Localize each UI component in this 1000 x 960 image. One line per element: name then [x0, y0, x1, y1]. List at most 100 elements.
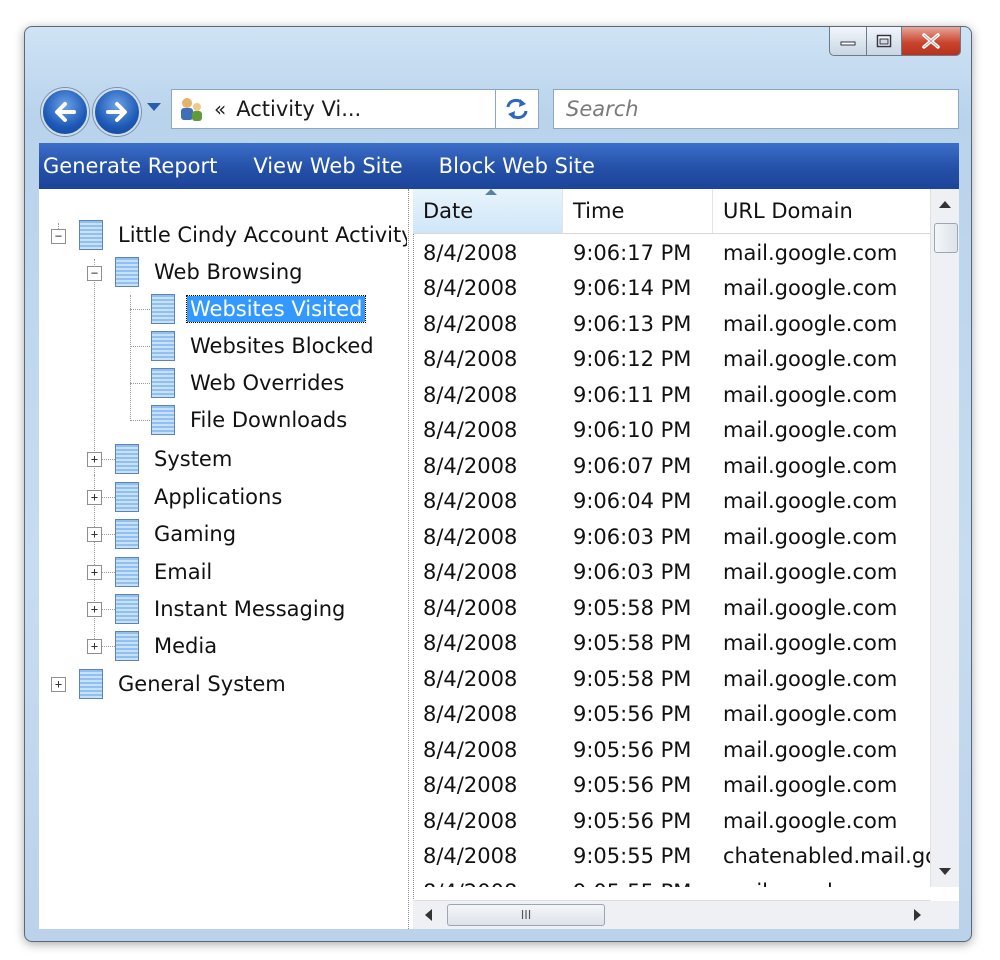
tree-item-file-downloads[interactable]: File Downloads [151, 403, 350, 437]
tree-label: Gaming [154, 522, 237, 546]
url-domain-cell: mail.google.com [723, 311, 898, 336]
address-bar[interactable]: « Activity Vi... [171, 89, 539, 129]
table-row[interactable]: 8/4/2008 9:06:10 PM mail.google.com [413, 413, 931, 449]
system-expand-toggle[interactable]: + [87, 452, 102, 467]
table-row[interactable]: 8/4/20089:05:55 PMmail.google.com [413, 874, 931, 887]
table-row[interactable]: 8/4/2008 9:06:11 PM mail.google.com [413, 377, 931, 413]
block-web-site-button[interactable]: Block Web Site [439, 154, 595, 178]
tree-item-web-overrides[interactable]: Web Overrides [151, 366, 347, 400]
tree-item-media[interactable]: Media [115, 629, 220, 663]
tree-item-applications[interactable]: Applications [115, 480, 285, 514]
tree-item-websites-visited[interactable]: Websites Visited [151, 292, 367, 326]
node-icon [115, 594, 139, 624]
scroll-down-icon[interactable] [939, 868, 951, 875]
generate-report-button[interactable]: Generate Report [43, 154, 217, 178]
time-cell: 9:06:07 PM [573, 453, 692, 478]
url-domain-cell: mail.google.com [723, 524, 898, 549]
tree-item-general-system[interactable]: General System [79, 667, 289, 701]
column-header-label: URL Domain [723, 199, 853, 223]
time-cell: 9:06:10 PM [573, 418, 692, 443]
tree-item-websites-blocked[interactable]: Websites Blocked [151, 329, 377, 363]
table-row[interactable]: 8/4/2008 9:06:04 PM mail.google.com [413, 484, 931, 520]
time-cell: 9:06:03 PM [573, 524, 692, 549]
view-web-site-button[interactable]: View Web Site [253, 154, 402, 178]
url-domain-cell: mail.google.com [723, 453, 898, 478]
url-domain-cell: mail.google.com [723, 702, 898, 727]
time-cell: 9:06:04 PM [573, 489, 692, 514]
tree-item-email[interactable]: Email [115, 555, 215, 589]
table-row[interactable]: 8/4/2008 9:06:14 PM mail.google.com [413, 271, 931, 307]
table-row[interactable]: 8/4/2008 9:05:58 PM mail.google.com [413, 590, 931, 626]
date-cell: 8/4/2008 [423, 595, 518, 620]
date-cell: 8/4/2008 [423, 737, 518, 762]
horizontal-scroll-thumb[interactable]: III [447, 904, 605, 926]
date-cell: 8/4/2008 [423, 311, 518, 336]
table-row[interactable]: 8/4/2008 9:06:03 PM mail.google.com [413, 519, 931, 555]
refresh-icon [506, 98, 528, 120]
date-cell: 8/4/2008 [423, 382, 518, 407]
table-row[interactable]: 8/4/2008 9:05:55 PM chatenabled.mail.googl… [413, 839, 931, 875]
search-box[interactable] [553, 89, 959, 129]
vertical-scrollbar[interactable] [930, 189, 959, 887]
minimize-button[interactable] [829, 27, 867, 56]
node-icon [115, 444, 139, 474]
forward-button[interactable] [93, 88, 141, 136]
navigation-bar: « Activity Vi... [39, 85, 959, 136]
vertical-scroll-thumb[interactable] [934, 223, 958, 253]
column-header-url-domain[interactable]: URL Domain [713, 189, 931, 233]
tree-label: Web Overrides [190, 371, 345, 395]
tree-label-selected: Websites Visited [185, 295, 367, 323]
time-cell: 9:05:55 PM [563, 880, 713, 887]
column-header-date[interactable]: Date [413, 189, 563, 233]
scroll-left-icon[interactable] [425, 909, 432, 921]
horizontal-scrollbar[interactable]: III [413, 900, 931, 929]
column-header-time[interactable]: Time [563, 189, 713, 233]
table-row[interactable]: 8/4/2008 9:05:58 PM mail.google.com [413, 661, 931, 697]
tree-label: Applications [154, 485, 283, 509]
close-button[interactable] [902, 27, 961, 56]
general-system-expand-toggle[interactable]: + [51, 677, 66, 692]
date-cell: 8/4/2008 [423, 276, 518, 301]
media-expand-toggle[interactable]: + [87, 639, 102, 654]
date-cell: 8/4/2008 [423, 453, 518, 478]
tree-item-root[interactable]: Little Cindy Account Activity [79, 218, 407, 252]
table-row[interactable]: 8/4/2008 9:05:58 PM mail.google.com [413, 626, 931, 662]
back-button[interactable] [41, 88, 89, 136]
instant-messaging-expand-toggle[interactable]: + [87, 602, 102, 617]
maximize-button[interactable] [867, 27, 902, 56]
address-chevron[interactable]: « [214, 97, 226, 121]
url-domain-cell: mail.google.com [713, 880, 931, 887]
root-collapse-toggle[interactable]: − [51, 229, 66, 244]
applications-expand-toggle[interactable]: + [87, 490, 102, 505]
node-icon [151, 405, 175, 435]
table-row[interactable]: 8/4/2008 9:05:56 PM mail.google.com [413, 768, 931, 804]
tree-label: System [154, 447, 233, 471]
table-row[interactable]: 8/4/2008 9:05:56 PM mail.google.com [413, 732, 931, 768]
tree-item-web-browsing[interactable]: Web Browsing [115, 255, 305, 289]
parental-controls-icon [181, 98, 202, 121]
activity-tree: − Little Cindy Account Activity − Web Br… [39, 189, 407, 929]
web-browsing-collapse-toggle[interactable]: − [87, 266, 102, 281]
date-cell: 8/4/2008 [423, 666, 518, 691]
table-row[interactable]: 8/4/2008 9:05:56 PM mail.google.com [413, 803, 931, 839]
tree-item-system[interactable]: System [115, 442, 235, 476]
size-grip[interactable] [931, 901, 959, 929]
search-input[interactable] [564, 96, 932, 122]
scroll-right-icon[interactable] [914, 909, 921, 921]
back-arrow-icon [55, 102, 76, 122]
scroll-up-icon[interactable] [939, 201, 951, 208]
table-row[interactable]: 8/4/2008 9:05:56 PM mail.google.com [413, 697, 931, 733]
time-cell: 9:06:11 PM [573, 382, 692, 407]
gaming-expand-toggle[interactable]: + [87, 527, 102, 542]
tree-item-instant-messaging[interactable]: Instant Messaging [115, 592, 348, 626]
table-row[interactable]: 8/4/2008 9:06:17 PM mail.google.com [413, 235, 931, 271]
email-expand-toggle[interactable]: + [87, 565, 102, 580]
refresh-button[interactable] [495, 89, 539, 129]
table-row[interactable]: 8/4/2008 9:06:12 PM mail.google.com [413, 342, 931, 378]
tree-item-gaming[interactable]: Gaming [115, 517, 239, 551]
recent-pages-dropdown-icon[interactable] [147, 103, 161, 111]
table-row[interactable]: 8/4/2008 9:06:13 PM mail.google.com [413, 306, 931, 342]
address-text[interactable]: Activity Vi... [236, 97, 499, 121]
table-row[interactable]: 8/4/2008 9:06:07 PM mail.google.com [413, 448, 931, 484]
table-row[interactable]: 8/4/2008 9:06:03 PM mail.google.com [413, 555, 931, 591]
